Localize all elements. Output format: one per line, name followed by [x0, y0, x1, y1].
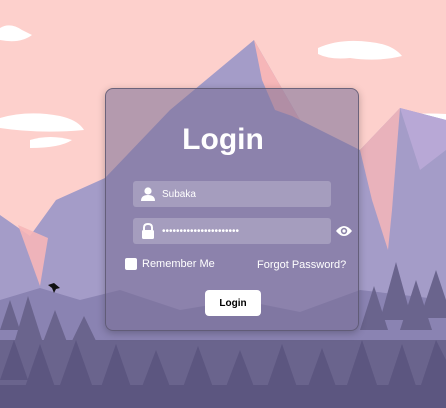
username-input[interactable]: [162, 181, 322, 207]
remember-me[interactable]: Remember Me: [125, 258, 215, 270]
forgot-password-link[interactable]: Forgot Password?: [257, 259, 346, 271]
remember-me-label: Remember Me: [142, 258, 215, 270]
login-title: Login: [182, 123, 264, 156]
lock-icon: [141, 222, 155, 239]
password-input[interactable]: [162, 218, 322, 244]
eye-icon[interactable]: [336, 224, 352, 236]
login-button[interactable]: Login: [205, 290, 261, 316]
user-icon: [141, 186, 155, 202]
username-field[interactable]: [133, 181, 331, 207]
password-field[interactable]: [133, 218, 331, 244]
remember-me-checkbox[interactable]: [125, 258, 137, 270]
